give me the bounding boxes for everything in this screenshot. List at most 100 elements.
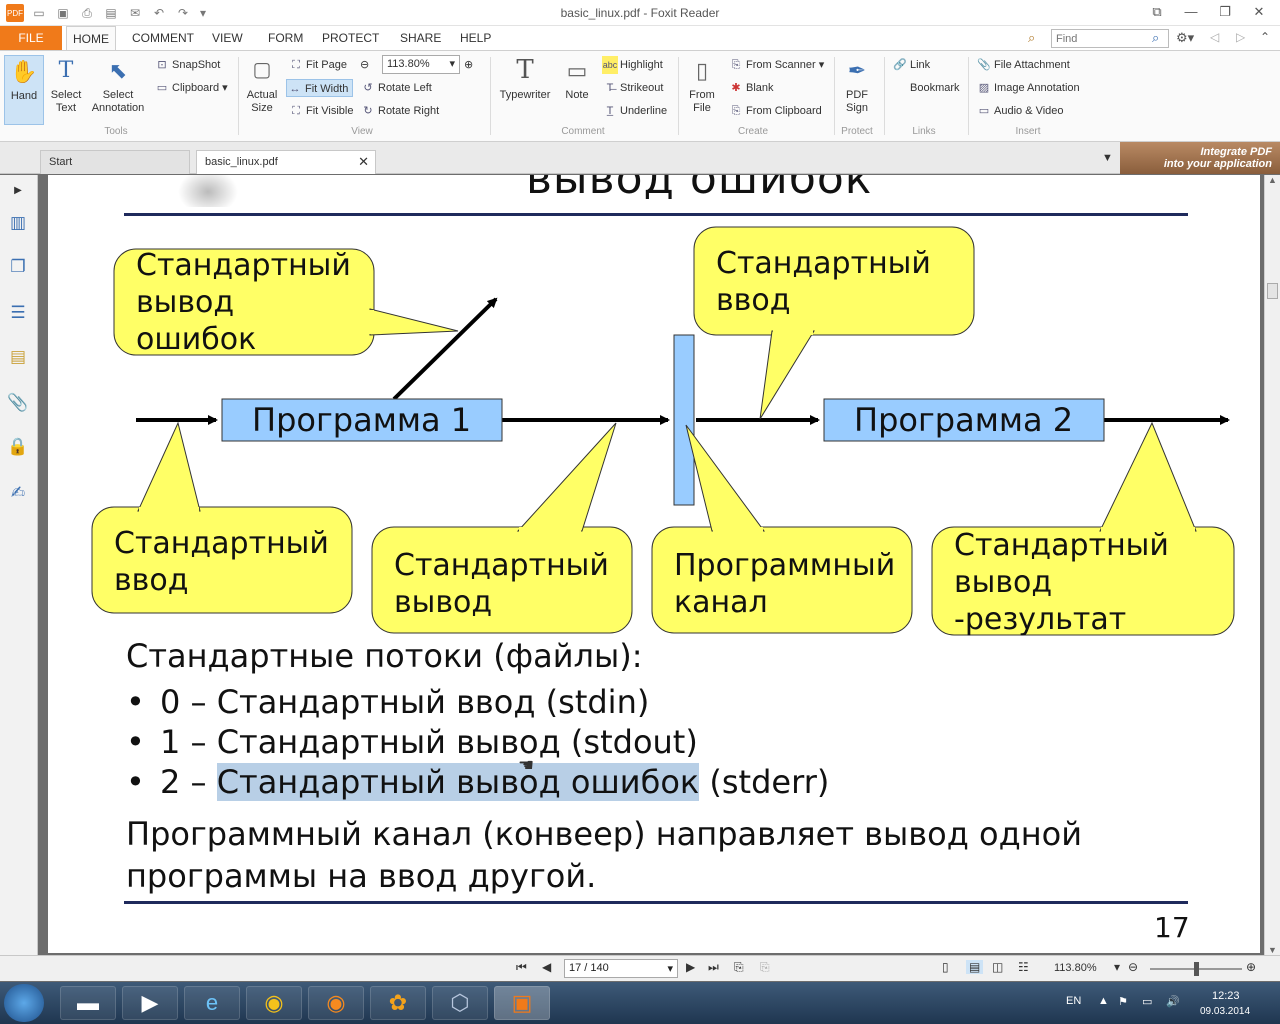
gear-icon[interactable]: ⚙▾ <box>1176 30 1194 46</box>
bookmarks-icon[interactable]: ▥ <box>6 211 30 235</box>
clock-date[interactable]: 09.03.2014 <box>1200 1006 1250 1017</box>
actual-size-button[interactable]: ▢ Actual Size <box>244 55 280 115</box>
media-player-icon[interactable]: ▶ <box>122 986 178 1020</box>
language-indicator[interactable]: EN <box>1066 995 1081 1007</box>
layers-icon[interactable]: ☰ <box>6 301 30 325</box>
scroll-up-icon[interactable]: ▲ <box>1268 175 1277 185</box>
pdf-sign-button[interactable]: ✒ PDF Sign <box>838 55 876 115</box>
restore-ribbon-icon[interactable]: ⧉ <box>1140 2 1174 22</box>
tray-expand-icon[interactable]: ▲ <box>1098 995 1109 1007</box>
internet-explorer-icon[interactable]: e <box>184 986 240 1020</box>
image-annotation-button[interactable]: ▨ Image Annotation <box>976 79 1080 97</box>
fit-visible-button[interactable]: ⛶ Fit Visible <box>288 102 353 120</box>
search-icon[interactable]: ⌕ <box>1152 30 1159 46</box>
tab-help[interactable]: HELP <box>454 26 497 50</box>
last-page-icon[interactable]: ⏭ <box>708 960 719 975</box>
typewriter-button[interactable]: T Typewriter <box>496 55 554 102</box>
callout-pipe-text: Программный канал <box>674 547 895 621</box>
blank-button[interactable]: ✱ Blank <box>728 79 773 97</box>
tab-view[interactable]: VIEW <box>206 26 249 50</box>
zoom-in-icon[interactable]: ⊕ <box>464 56 473 74</box>
network-icon[interactable]: ▭ <box>1142 995 1152 1008</box>
file-attachment-button[interactable]: 📎 File Attachment <box>976 56 1070 74</box>
chrome-icon[interactable]: ◉ <box>246 986 302 1020</box>
attachments-icon[interactable]: 📎 <box>6 391 30 415</box>
zoom-out-icon[interactable]: ⊖ <box>1128 960 1138 974</box>
note-button[interactable]: ▭ Note <box>558 55 596 102</box>
select-text-button[interactable]: T Select Text <box>48 55 84 115</box>
tab-list-dropdown-icon[interactable]: ▼ <box>1102 152 1113 164</box>
virtualbox-icon[interactable]: ⬡ <box>432 986 488 1020</box>
selected-text[interactable]: Стандартный вывод ошибок <box>216 763 700 801</box>
pages-icon[interactable]: ❐ <box>6 255 30 279</box>
next-view-icon[interactable]: ⎘ <box>760 960 770 975</box>
facing-pages-icon[interactable]: ◫ <box>992 960 1003 974</box>
rotate-left-button[interactable]: ↺ Rotate Left <box>360 79 431 97</box>
tab-basic-linux[interactable]: basic_linux.pdf ✕ <box>196 150 376 174</box>
prev-result-icon[interactable]: ◁ <box>1210 30 1219 44</box>
close-button[interactable]: ✕ <box>1242 2 1276 22</box>
vertical-scrollbar[interactable]: ▲ ▼ <box>1264 175 1280 955</box>
from-scanner-button[interactable]: ⎘ From Scanner ▾ <box>728 56 825 74</box>
signatures-icon[interactable]: ✍ <box>6 481 30 505</box>
volume-icon[interactable]: 🔊 <box>1166 995 1180 1008</box>
expand-panel-icon[interactable]: ▶ <box>6 179 30 203</box>
next-page-icon[interactable]: ▶ <box>686 960 695 974</box>
flower-app-icon[interactable]: ✿ <box>370 986 426 1020</box>
zoom-select[interactable]: 113.80% ▾ <box>382 55 460 74</box>
clipboard-button[interactable]: ▭ Clipboard ▾ <box>154 79 228 97</box>
flag-icon[interactable]: ⚑ <box>1118 995 1128 1008</box>
maximize-button[interactable]: ❐ <box>1208 2 1242 22</box>
find-options-icon[interactable]: ⌕ <box>1028 30 1035 46</box>
fit-width-button[interactable]: ↔ Fit Width <box>286 79 354 97</box>
highlight-button[interactable]: abc Highlight <box>602 56 663 74</box>
strikeout-button[interactable]: T̶ Strikeout <box>602 79 664 97</box>
previous-page-icon[interactable]: ◀ <box>542 960 551 974</box>
comments-icon[interactable]: ▤ <box>6 345 30 369</box>
underline-button[interactable]: T̲ Underline <box>602 102 667 120</box>
tab-protect[interactable]: PROTECT <box>316 26 385 50</box>
pdf-page[interactable]: вывод ошибок Стандартный вывод ошибок Ст… <box>48 175 1260 953</box>
close-tab-icon[interactable]: ✕ <box>358 151 369 173</box>
select-annotation-button[interactable]: ⬉ Select Annotation <box>88 55 148 115</box>
tab-file[interactable]: FILE <box>0 26 62 50</box>
previous-view-icon[interactable]: ⎘ <box>734 960 744 975</box>
start-button[interactable] <box>4 984 44 1022</box>
tab-comment[interactable]: COMMENT <box>126 26 200 50</box>
from-file-button[interactable]: ▯ From File <box>684 55 720 115</box>
snapshot-button[interactable]: ⊡ SnapShot <box>154 56 220 74</box>
continuous-page-icon[interactable]: ▤ <box>966 960 984 974</box>
minimize-button[interactable]: — <box>1174 2 1208 22</box>
link-button[interactable]: 🔗 Link <box>892 56 930 74</box>
zoom-slider-handle[interactable] <box>1194 962 1199 976</box>
tab-home[interactable]: HOME <box>66 26 116 50</box>
collapse-ribbon-icon[interactable]: ⌃ <box>1260 30 1270 44</box>
scrollbar-thumb[interactable] <box>1267 283 1278 299</box>
continuous-facing-icon[interactable]: ☷ <box>1018 960 1029 974</box>
firefox-icon[interactable]: ◉ <box>308 986 364 1020</box>
fit-page-button[interactable]: ⛶ Fit Page <box>288 56 347 74</box>
zoom-in-icon[interactable]: ⊕ <box>1246 960 1256 974</box>
single-page-icon[interactable]: ▯ <box>942 960 949 974</box>
integrate-banner[interactable]: Integrate PDF into your application <box>1120 142 1280 174</box>
zoom-dropdown-icon[interactable]: ▾ <box>1114 960 1120 974</box>
audio-video-button[interactable]: ▭ Audio & Video <box>976 102 1064 120</box>
tab-share[interactable]: SHARE <box>394 26 447 50</box>
from-clipboard-button[interactable]: ⎘ From Clipboard <box>728 102 822 120</box>
page-number-field[interactable]: 17 / 140 ▾ <box>564 959 678 978</box>
first-page-icon[interactable]: ⏮ <box>516 960 527 975</box>
rotate-right-button[interactable]: ↻ Rotate Right <box>360 102 439 120</box>
tab-start[interactable]: Start <box>40 150 190 174</box>
explorer-icon[interactable]: ▬ <box>60 986 116 1020</box>
clock-time[interactable]: 12:23 <box>1212 990 1240 1002</box>
scroll-down-icon[interactable]: ▼ <box>1268 945 1277 955</box>
hand-tool-button[interactable]: ✋ Hand <box>4 55 44 125</box>
select-text-label: Select Text <box>50 89 82 114</box>
tab-form[interactable]: FORM <box>262 26 309 50</box>
bookmark-button[interactable]: Bookmark <box>892 79 960 97</box>
security-lock-icon[interactable]: 🔒 <box>6 435 30 459</box>
foxit-reader-taskbar-icon[interactable]: ▣ <box>494 986 550 1020</box>
pen-icon: ✒ <box>847 57 867 83</box>
next-result-icon[interactable]: ▷ <box>1236 30 1245 44</box>
zoom-out-icon[interactable]: ⊖ <box>360 56 369 74</box>
